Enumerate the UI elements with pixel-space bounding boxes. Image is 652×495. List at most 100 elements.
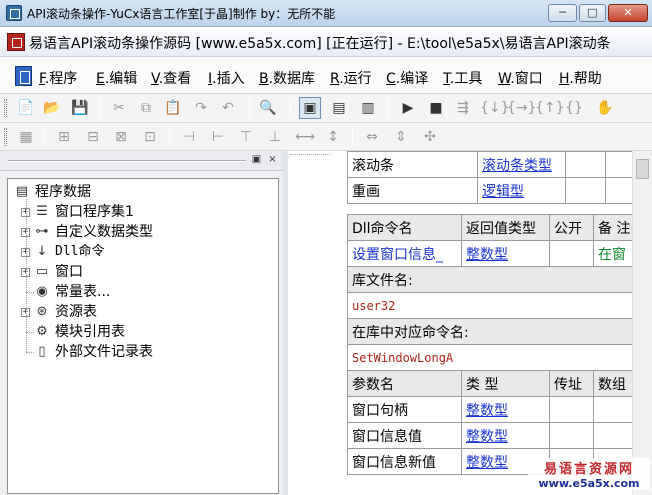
- paste-icon[interactable]: 📋: [162, 97, 184, 119]
- editor-gutter: [288, 151, 334, 495]
- cut-icon[interactable]: ✂: [108, 97, 130, 119]
- toolbar-grip[interactable]: [4, 99, 7, 117]
- table-row[interactable]: 重画 逻辑型: [347, 177, 648, 204]
- menu-item[interactable]: I.插入: [208, 68, 245, 88]
- param-name-cell[interactable]: 窗口句柄: [347, 396, 462, 423]
- align-top-icon[interactable]: ⊟: [82, 126, 104, 148]
- align-bottom-icon[interactable]: ⊠: [110, 126, 132, 148]
- var-name-cell[interactable]: 重画: [347, 177, 478, 204]
- column-header: 传址: [549, 370, 594, 397]
- step-into-icon[interactable]: {↓}: [480, 97, 510, 119]
- toolbar-separator: [388, 99, 389, 117]
- empty-cell[interactable]: [549, 396, 594, 423]
- maximize-button[interactable]: □: [579, 4, 606, 22]
- layout-view-1-icon[interactable]: ▣: [299, 97, 321, 119]
- copy-icon[interactable]: ⧉: [135, 97, 157, 119]
- menu-accelerator: T: [443, 71, 450, 87]
- menu-item[interactable]: B.数据库: [259, 68, 315, 88]
- dll-command-icon: ↓: [36, 244, 48, 259]
- same-size-icon[interactable]: ⊥: [264, 126, 286, 148]
- toolbar-separator: [446, 99, 447, 117]
- empty-cell[interactable]: [565, 177, 606, 204]
- table-row[interactable]: 设置窗口信息_ 整数型 在窗: [347, 240, 648, 267]
- var-type-cell[interactable]: 逻辑型: [477, 177, 566, 204]
- return-type-cell[interactable]: 整数型: [461, 240, 550, 267]
- v-space-icon[interactable]: ↕: [322, 126, 344, 148]
- var-type-cell[interactable]: 滚动条类型: [477, 151, 566, 178]
- lib-file-value[interactable]: user32: [347, 292, 648, 319]
- bring-front-icon[interactable]: ⇔: [361, 126, 383, 148]
- run-icon[interactable]: ▶: [397, 97, 419, 119]
- window-icon: ▭: [35, 264, 49, 279]
- menu-item[interactable]: W.窗口: [498, 68, 543, 88]
- menu-accelerator: C: [386, 71, 396, 87]
- minimize-button[interactable]: ─: [548, 4, 577, 22]
- code-editor[interactable]: 滚动条 滚动条类型 重画 逻辑型 Dll命令名 返回值类型 公开 备 注 设置窗…: [288, 151, 652, 495]
- run-to-cursor-icon[interactable]: {}: [563, 97, 585, 119]
- tree-item-label: Dll命令: [55, 244, 105, 259]
- grid-icon[interactable]: ✣: [419, 126, 441, 148]
- var-name-cell[interactable]: 滚动条: [347, 151, 478, 178]
- layout-view-3-icon[interactable]: ▥: [357, 97, 379, 119]
- close-button[interactable]: ✕: [608, 4, 648, 22]
- center-h-icon[interactable]: ⊡: [139, 126, 161, 148]
- command-name-label: 在库中对应命令名:: [347, 318, 648, 345]
- dll-name-cell[interactable]: 设置窗口信息_: [347, 240, 462, 267]
- menu-item[interactable]: F.程序: [39, 68, 77, 88]
- step-over-icon[interactable]: {→}: [507, 97, 537, 119]
- table-row[interactable]: SetWindowLongA: [347, 344, 648, 371]
- column-header: 类 型: [461, 370, 550, 397]
- site-watermark: 易语言资源网 www.e5a5x.com: [528, 458, 650, 490]
- layout-view-2-icon[interactable]: ▤: [328, 97, 350, 119]
- tree-item-label: 模块引用表: [55, 324, 125, 340]
- step-out-icon[interactable]: {↑}: [535, 97, 565, 119]
- open-folder-icon[interactable]: 📂: [41, 97, 63, 119]
- module-ref-icon: ⚙: [36, 324, 48, 339]
- program-tree: ▤ 程序数据 + ☰ 窗口程序集1 + ⊶ 自定义数据类型 + ↓ Dll命令 + ▭ 窗口 ◉ 常量表...…: [7, 178, 279, 494]
- menu-label: .查看: [158, 71, 192, 87]
- step-icon[interactable]: ⇶: [452, 97, 474, 119]
- menu-item[interactable]: C.编译: [386, 68, 428, 88]
- same-width-icon[interactable]: ⊢: [207, 126, 229, 148]
- scrollbar-thumb[interactable]: [636, 159, 649, 179]
- new-file-icon[interactable]: 📄: [15, 97, 37, 119]
- same-height-icon[interactable]: ⊤: [235, 126, 257, 148]
- empty-cell[interactable]: [565, 151, 606, 178]
- undo-icon[interactable]: ↶: [217, 97, 239, 119]
- menu-label: .程序: [44, 71, 78, 87]
- menu-item[interactable]: H.帮助: [559, 68, 602, 88]
- menu-label: .运行: [339, 71, 372, 87]
- empty-cell[interactable]: [549, 422, 594, 449]
- hand-icon[interactable]: ✋: [594, 97, 616, 119]
- align-left-icon[interactable]: ▦: [15, 126, 37, 148]
- table-row[interactable]: 窗口信息值 整数型: [347, 422, 648, 449]
- table-row[interactable]: user32: [347, 292, 648, 319]
- table-row[interactable]: 滚动条 滚动条类型: [347, 151, 648, 178]
- param-name-cell[interactable]: 窗口信息新值: [347, 448, 462, 475]
- toolbar-grip[interactable]: [4, 128, 7, 146]
- menu-accelerator: E: [96, 71, 105, 87]
- center-v-icon[interactable]: ⊣: [178, 126, 200, 148]
- panel-header: ▣ ×: [0, 151, 283, 171]
- watermark-url: www.e5a5x.com: [538, 477, 640, 490]
- param-name-cell[interactable]: 窗口信息值: [347, 422, 462, 449]
- h-space-icon[interactable]: ⟷: [294, 126, 316, 148]
- menu-item[interactable]: R.运行: [330, 68, 372, 88]
- table-row[interactable]: 窗口句柄 整数型: [347, 396, 648, 423]
- send-back-icon[interactable]: ⇕: [390, 126, 412, 148]
- menu-item[interactable]: V.查看: [151, 68, 191, 88]
- param-type-cell[interactable]: 整数型: [461, 396, 550, 423]
- close-panel-icon[interactable]: ×: [266, 154, 279, 167]
- stop-icon[interactable]: ■: [425, 97, 447, 119]
- param-type-cell[interactable]: 整数型: [461, 422, 550, 449]
- save-icon[interactable]: 💾: [69, 97, 91, 119]
- align-right-icon[interactable]: ⊞: [53, 126, 75, 148]
- find-icon[interactable]: 🔍: [257, 97, 279, 119]
- menu-item[interactable]: T.工具: [443, 68, 482, 88]
- menu-item[interactable]: E.编辑: [96, 68, 137, 88]
- dock-icon[interactable]: ▣: [250, 154, 263, 167]
- command-name-value[interactable]: SetWindowLongA: [347, 344, 648, 371]
- public-cell[interactable]: [549, 240, 594, 267]
- vertical-scrollbar[interactable]: [632, 151, 652, 495]
- redo-icon[interactable]: ↷: [190, 97, 212, 119]
